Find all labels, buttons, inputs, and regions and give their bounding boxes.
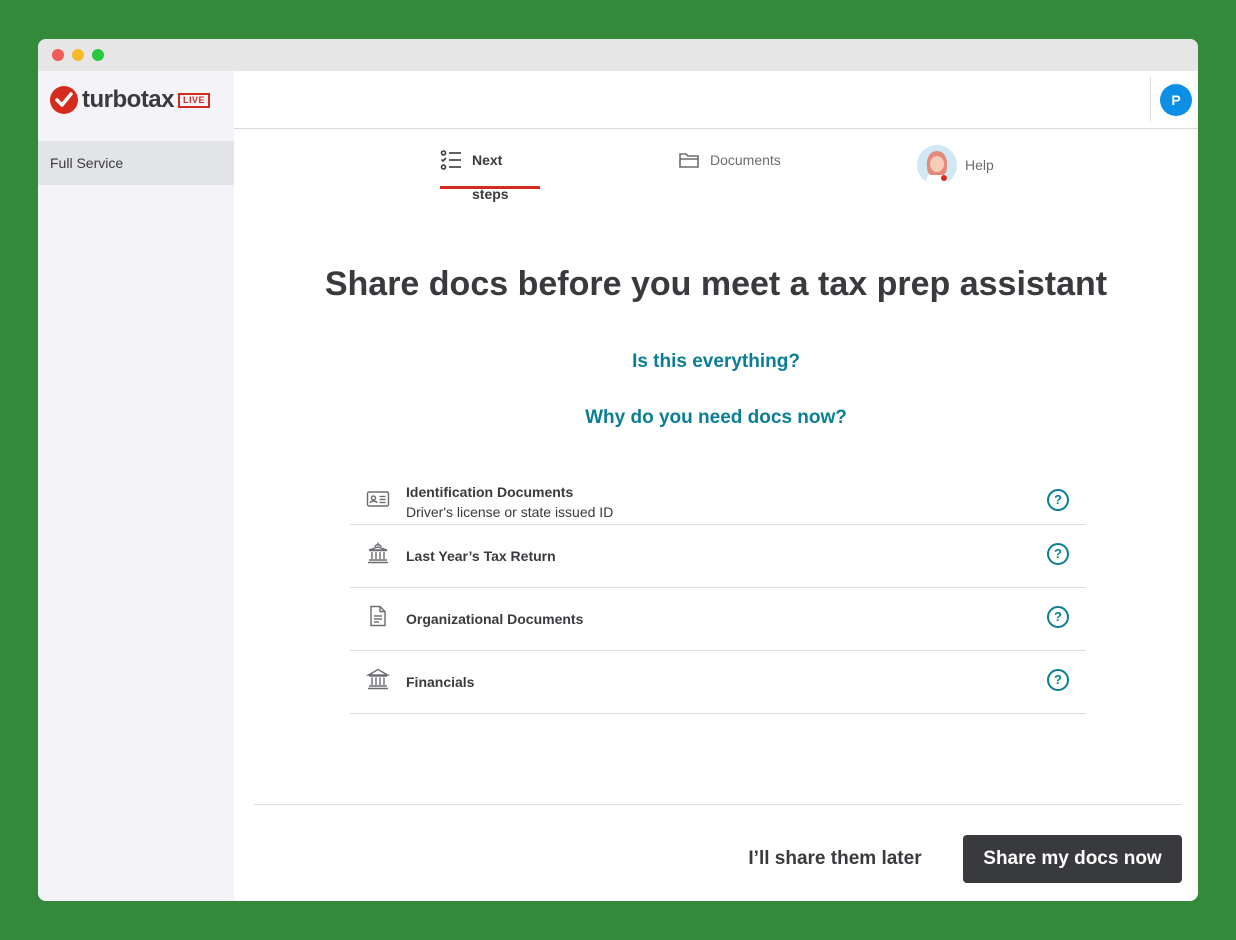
document-title: Identification Documents <box>406 484 574 500</box>
list-item: Identification Documents Driver's licens… <box>350 463 1086 525</box>
document-title: Financials <box>406 674 475 690</box>
app-window: turbotax LIVE Full Service P Next steps <box>38 39 1198 901</box>
tab-help[interactable]: Help <box>917 145 994 185</box>
bank-icon <box>365 667 391 691</box>
is-this-everything-link[interactable]: Is this everything? <box>234 351 1198 373</box>
help-icon[interactable]: ? <box>1047 489 1069 511</box>
live-badge: LIVE <box>178 92 211 108</box>
government-building-icon <box>366 541 390 565</box>
document-subtitle: Driver's license or state issued ID <box>406 504 614 520</box>
tab-label: Documents <box>710 152 781 168</box>
share-now-button[interactable]: Share my docs now <box>963 835 1182 883</box>
title-bar <box>38 39 1198 71</box>
help-icon[interactable]: ? <box>1047 606 1069 628</box>
why-need-docs-link[interactable]: Why do you need docs now? <box>234 407 1198 429</box>
user-avatar[interactable]: P <box>1160 84 1192 116</box>
assistant-avatar-icon <box>917 145 957 185</box>
document-list: Identification Documents Driver's licens… <box>350 463 1086 714</box>
top-bar: P <box>234 71 1198 129</box>
tab-next-steps[interactable]: Next steps <box>440 149 540 202</box>
list-item: Financials ? <box>350 651 1086 714</box>
sidebar-item-full-service[interactable]: Full Service <box>38 141 234 185</box>
folder-icon <box>678 149 700 171</box>
id-card-icon <box>366 487 390 511</box>
page-title: Share docs before you meet a tax prep as… <box>324 265 1108 303</box>
document-title: Organizational Documents <box>406 611 584 627</box>
turbotax-logo[interactable]: turbotax LIVE <box>50 85 211 115</box>
checkmark-logo-icon <box>50 86 78 114</box>
share-later-button[interactable]: I’ll share them later <box>728 835 942 883</box>
help-icon[interactable]: ? <box>1047 669 1069 691</box>
active-tab-indicator <box>440 186 540 189</box>
close-window-button[interactable] <box>52 49 64 61</box>
document-icon <box>366 604 390 628</box>
list-item: Organizational Documents ? <box>350 588 1086 651</box>
document-title: Last Year’s Tax Return <box>406 548 556 564</box>
minimize-window-button[interactable] <box>72 49 84 61</box>
logo-wordmark: turbotax <box>82 86 175 113</box>
tab-label: Next steps <box>472 152 509 202</box>
tab-bar: Next steps Documents Help <box>234 129 1198 202</box>
list-item: Last Year’s Tax Return ? <box>350 525 1086 588</box>
footer-divider <box>254 804 1182 805</box>
sidebar: turbotax LIVE Full Service <box>38 71 234 901</box>
maximize-window-button[interactable] <box>92 49 104 61</box>
checklist-icon <box>440 149 462 171</box>
tab-label: Help <box>965 157 994 173</box>
divider <box>1150 77 1151 121</box>
tab-documents[interactable]: Documents <box>678 149 781 187</box>
help-icon[interactable]: ? <box>1047 543 1069 565</box>
